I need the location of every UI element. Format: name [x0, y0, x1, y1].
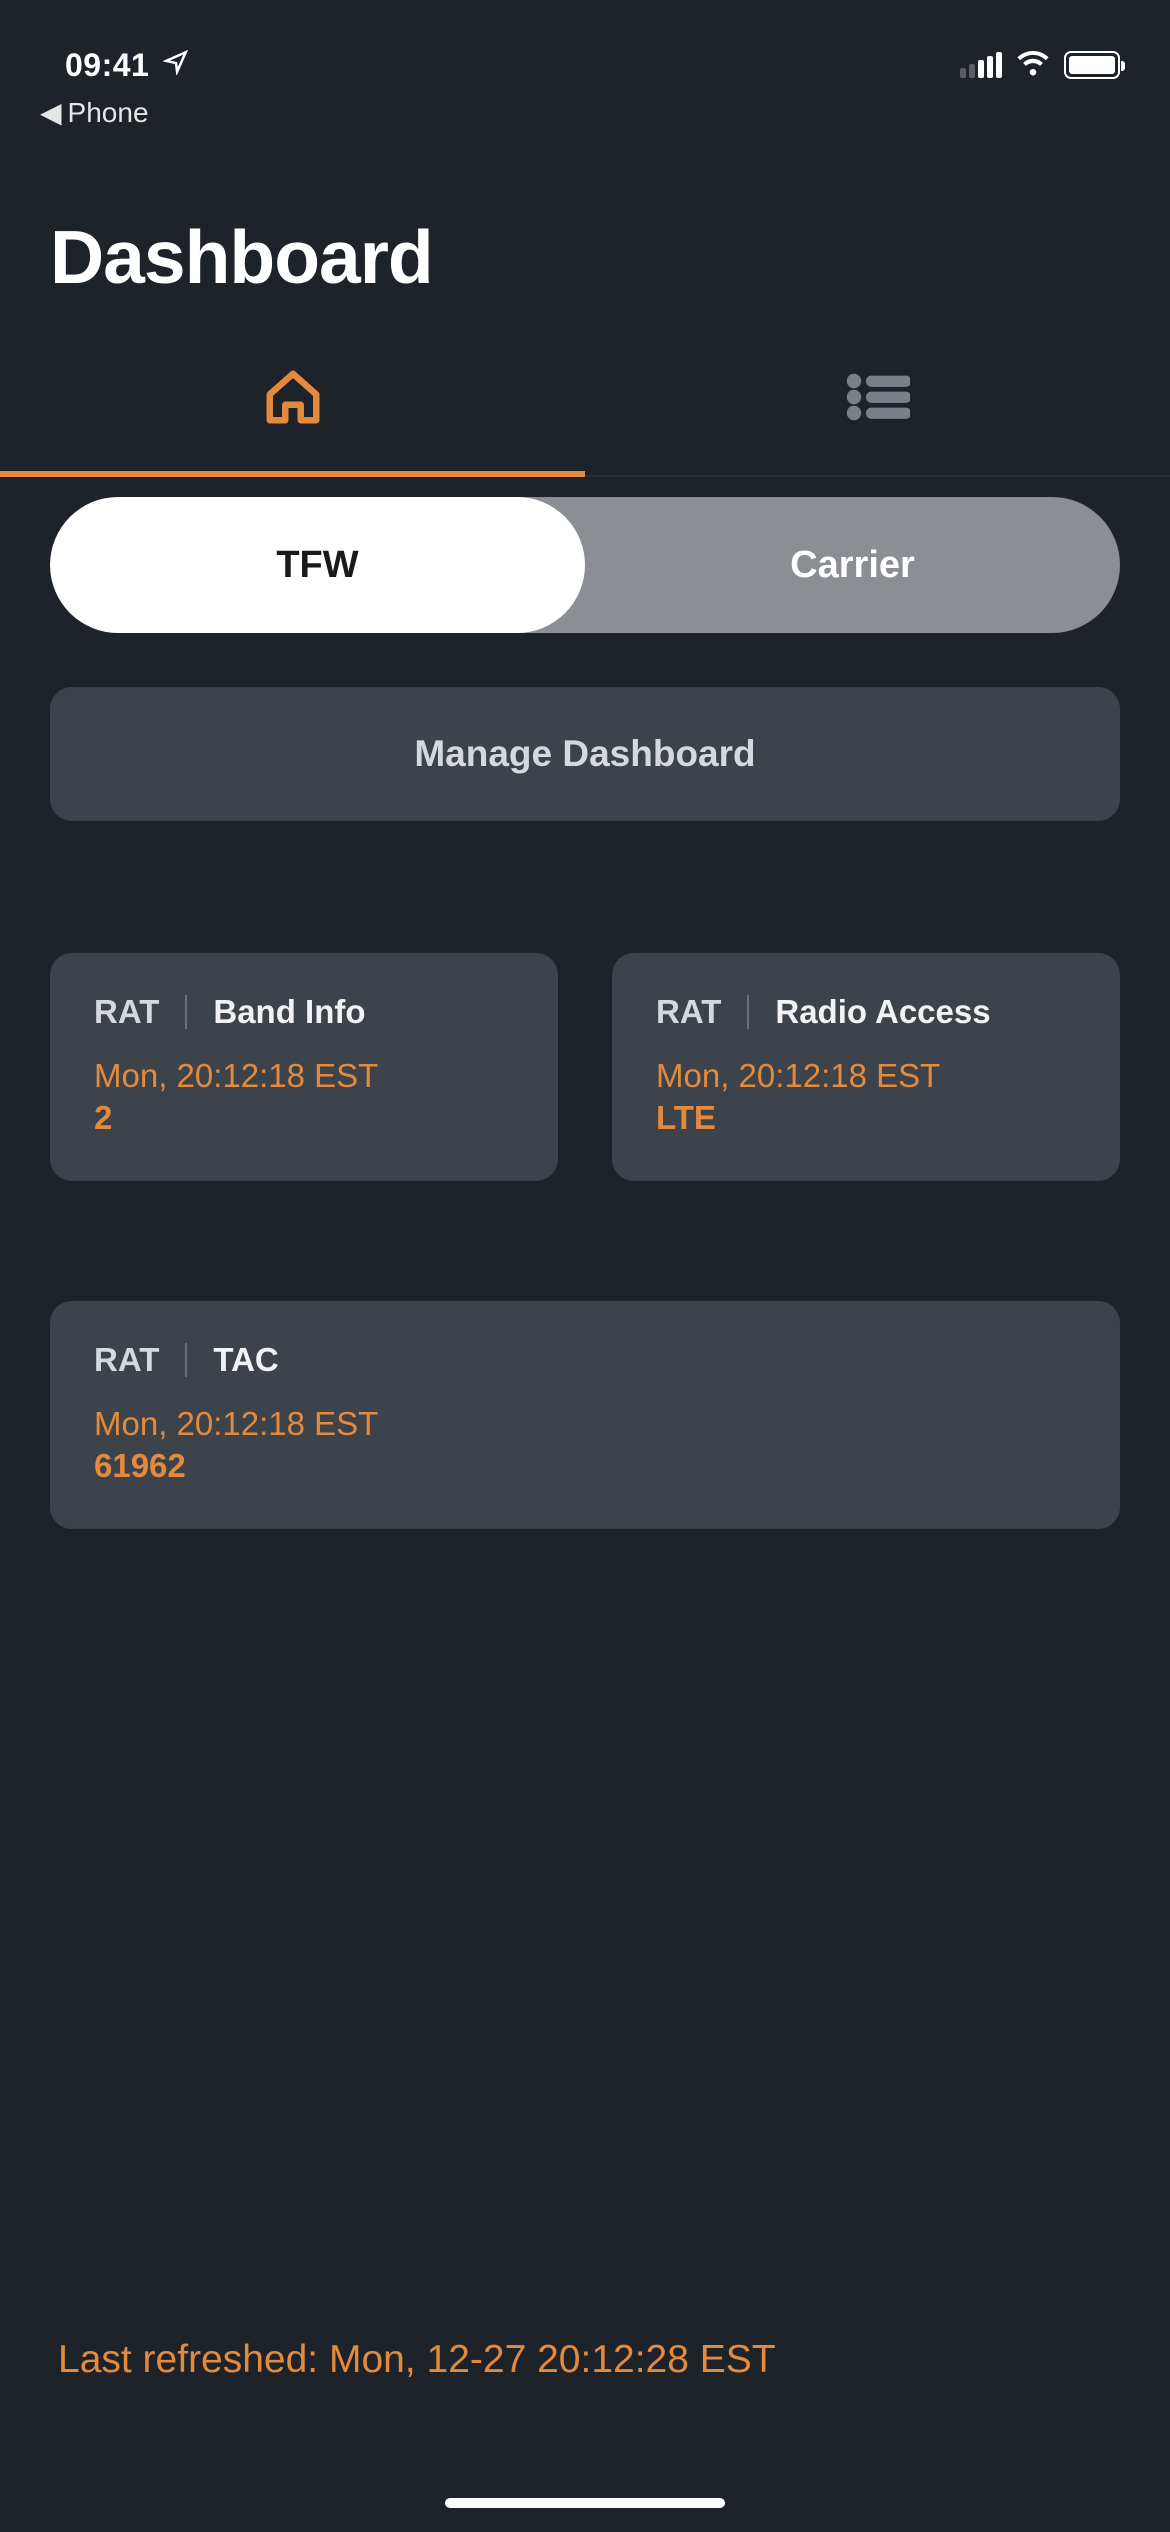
cards-row: RAT Band Info Mon, 20:12:18 EST 2 RAT Ra…	[50, 953, 1120, 1181]
card-category: RAT	[656, 993, 721, 1031]
card-timestamp: Mon, 20:12:18 EST	[94, 1057, 514, 1095]
card-header: RAT TAC	[94, 1341, 1076, 1379]
card-tac[interactable]: RAT TAC Mon, 20:12:18 EST 61962	[50, 1301, 1120, 1529]
home-indicator[interactable]	[445, 2498, 725, 2508]
status-bar: 09:41	[0, 0, 1170, 100]
divider	[747, 995, 749, 1029]
card-name: TAC	[213, 1341, 278, 1379]
card-value: LTE	[656, 1099, 1076, 1137]
chevron-left-icon: ◀	[40, 96, 62, 129]
divider	[185, 1343, 187, 1377]
last-refreshed-text: Last refreshed: Mon, 12-27 20:12:28 EST	[58, 2338, 1112, 2382]
card-radio-access[interactable]: RAT Radio Access Mon, 20:12:18 EST LTE	[612, 953, 1120, 1181]
location-icon	[163, 49, 189, 82]
battery-icon	[1064, 51, 1120, 79]
card-category: RAT	[94, 1341, 159, 1379]
status-right	[960, 50, 1120, 81]
card-value: 61962	[94, 1447, 1076, 1485]
tab-bar	[0, 340, 1170, 477]
card-category: RAT	[94, 993, 159, 1031]
card-timestamp: Mon, 20:12:18 EST	[656, 1057, 1076, 1095]
tab-list[interactable]	[585, 340, 1170, 475]
list-icon	[846, 372, 910, 427]
segment-tfw[interactable]: TFW	[50, 497, 585, 633]
card-name: Band Info	[213, 993, 365, 1031]
page-title: Dashboard	[0, 129, 1170, 340]
card-name: Radio Access	[775, 993, 990, 1031]
segmented-control: TFW Carrier	[50, 497, 1120, 633]
status-time: 09:41	[65, 47, 149, 84]
card-timestamp: Mon, 20:12:18 EST	[94, 1405, 1076, 1443]
tab-home[interactable]	[0, 340, 585, 475]
manage-dashboard-button[interactable]: Manage Dashboard	[50, 687, 1120, 821]
back-to-app-button[interactable]: ◀ Phone	[0, 96, 1170, 129]
card-value: 2	[94, 1099, 514, 1137]
home-icon	[262, 366, 324, 433]
divider	[185, 995, 187, 1029]
wifi-icon	[1016, 50, 1050, 81]
back-app-label: Phone	[68, 97, 149, 129]
status-left: 09:41	[65, 47, 189, 84]
card-header: RAT Radio Access	[656, 993, 1076, 1031]
card-band-info[interactable]: RAT Band Info Mon, 20:12:18 EST 2	[50, 953, 558, 1181]
segment-carrier[interactable]: Carrier	[585, 497, 1120, 633]
card-header: RAT Band Info	[94, 993, 514, 1031]
cellular-signal-icon	[960, 52, 1002, 78]
